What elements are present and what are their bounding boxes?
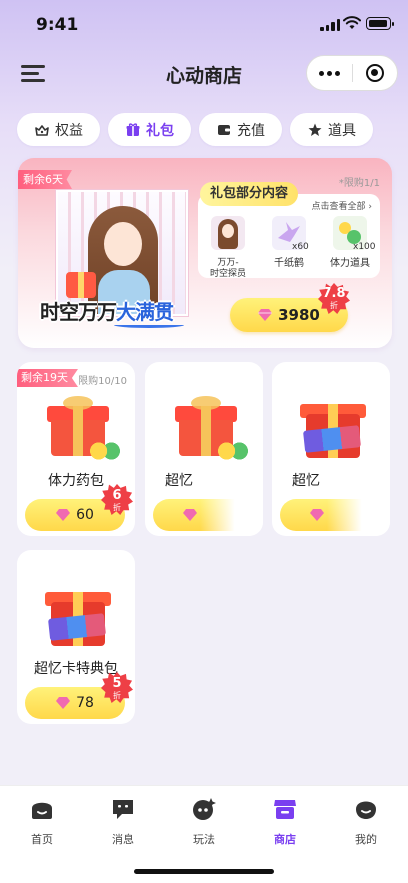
loading-fade-overlay <box>327 462 390 536</box>
package-item-count: x60 <box>292 242 309 252</box>
close-miniprogram-icon[interactable] <box>353 64 397 82</box>
purchase-limit: 限购10/10 <box>78 376 127 387</box>
gift-icon <box>126 122 140 136</box>
featured-title: 时空万万大满贯 <box>40 296 174 325</box>
tabbar-item-home[interactable]: 首页 <box>12 796 72 847</box>
price-value: 3980 <box>278 306 320 324</box>
price-value: 78 <box>76 695 94 711</box>
tab-benefits[interactable]: 权益 <box>17 113 100 146</box>
featured-title-dark: 时空万万 <box>40 300 117 324</box>
featured-title-blue: 大满贯 <box>116 300 174 324</box>
tabbar-item-shop[interactable]: 商店 <box>255 796 315 847</box>
wallet-icon <box>218 124 230 135</box>
wifi-icon <box>343 16 361 29</box>
gift-box-image <box>47 396 121 460</box>
tabbar-label: 我的 <box>355 833 377 846</box>
discount-number: 7.8 <box>322 286 346 301</box>
package-item-name: 千纸鹤 <box>274 258 304 269</box>
package-item: 万万- 时空探员 <box>198 216 258 280</box>
home-icon <box>32 802 52 819</box>
miniprogram-capsule <box>306 55 398 91</box>
category-tabs: 权益 礼包 充值 道具 <box>17 113 373 146</box>
diamond-icon <box>310 509 324 521</box>
days-left-tag: 剩余19天 <box>17 369 78 387</box>
tab-label: 权益 <box>55 122 83 139</box>
gift-box-image <box>300 390 366 462</box>
loading-fade-overlay <box>200 462 263 536</box>
tab-label: 礼包 <box>146 122 174 139</box>
battery-icon <box>366 17 394 30</box>
package-item: x60 千纸鹤 <box>259 216 319 269</box>
diamond-icon <box>56 697 71 709</box>
star-prop-icon <box>308 123 322 136</box>
nav-bar: 心动商店 <box>0 52 408 96</box>
gift-pack-card[interactable]: 超忆卡特典包 78 5 折 <box>17 550 135 724</box>
crown-box-icon <box>35 124 49 136</box>
package-contents-title: 礼包部分内容 <box>200 182 299 206</box>
tab-label: 充值 <box>237 122 265 139</box>
diamond-icon <box>183 509 197 521</box>
gift-box-image <box>175 396 249 460</box>
tabbar-label: 玩法 <box>193 833 215 846</box>
status-bar: 9:41 <box>0 0 408 50</box>
gift-pack-card[interactable]: 剩余19天 限购10/10 体力药包 60 6 折 <box>17 362 135 536</box>
tabbar-label: 首页 <box>31 833 53 846</box>
shop-icon <box>274 800 296 819</box>
signal-icon <box>320 19 340 31</box>
purchase-limit: *限购1/1 <box>338 178 380 189</box>
gift-pack-card[interactable]: 超忆 <box>145 362 263 536</box>
tabbar-label: 商店 <box>274 833 296 846</box>
package-item-count: x100 <box>353 242 376 252</box>
home-indicator <box>134 869 274 874</box>
tabbar-item-messages[interactable]: 消息 <box>93 796 153 847</box>
diamond-icon <box>258 309 273 321</box>
days-left-tag: 剩余6天 <box>18 170 72 189</box>
character-thumbnail <box>211 216 245 250</box>
gift-box-image <box>45 578 111 650</box>
planet-icon <box>193 798 216 820</box>
gift-pack-card[interactable]: 超忆 <box>272 362 390 536</box>
more-icon[interactable] <box>307 70 352 76</box>
profile-icon <box>356 801 376 819</box>
package-contents: 点击查看全部 › 万万- 时空探员 x60 千纸鹤 x100 体力道具 <box>198 194 380 280</box>
featured-gift-pack[interactable]: 剩余6天 *限购1/1 时空万万大满贯 点击查看全部 › 万万- 时空探员 x6… <box>18 158 392 348</box>
tabbar-item-profile[interactable]: 我的 <box>336 796 396 847</box>
tab-gift-packs[interactable]: 礼包 <box>108 113 191 146</box>
view-all-link[interactable]: 点击查看全部 › <box>312 199 372 212</box>
tab-recharge[interactable]: 充值 <box>199 113 282 146</box>
diamond-icon <box>56 509 71 521</box>
status-time: 9:41 <box>36 15 79 35</box>
price-value: 60 <box>76 507 94 523</box>
tabbar-item-play[interactable]: 玩法 <box>174 796 234 847</box>
tab-label: 道具 <box>328 122 356 139</box>
package-item-name: 万万- 时空探员 <box>209 258 246 279</box>
package-item: x100 体力道具 <box>320 216 380 269</box>
tabbar-label: 消息 <box>112 833 134 846</box>
title-underline <box>114 322 184 328</box>
package-item-name: 体力道具 <box>330 258 370 269</box>
tab-props[interactable]: 道具 <box>290 113 373 146</box>
message-icon <box>113 800 133 819</box>
